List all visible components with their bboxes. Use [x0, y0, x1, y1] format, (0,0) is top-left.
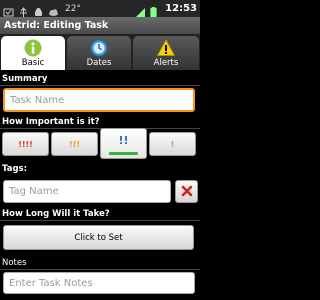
- button-label: Click to Set: [74, 232, 123, 243]
- notes-label: Notes: [2, 258, 27, 268]
- importance-text: !!!!: [18, 139, 33, 149]
- tag-name-field[interactable]: [3, 180, 171, 203]
- importance-1-button[interactable]: !: [149, 132, 196, 156]
- click-to-set-button[interactable]: Click to Set: [3, 225, 194, 250]
- importance-label: How Important is it?: [2, 117, 100, 127]
- selected-indicator: [109, 152, 138, 155]
- task-name-input[interactable]: [10, 94, 193, 106]
- tags-label: Tags:: [2, 164, 27, 174]
- duration-label: How Long Will it Take?: [2, 209, 110, 219]
- importance-2-button[interactable]: !!: [100, 128, 147, 159]
- basic-form: Summary How Important is it? !!!! !!! !!…: [0, 0, 200, 300]
- importance-3-button[interactable]: !!!: [51, 132, 98, 156]
- remove-tag-button[interactable]: [175, 180, 198, 203]
- importance-4-button[interactable]: !!!!: [2, 132, 49, 156]
- importance-text: !!!: [69, 139, 80, 149]
- divider: [0, 85, 200, 86]
- task-notes-field[interactable]: [3, 272, 195, 294]
- divider: [0, 220, 200, 221]
- task-name-field[interactable]: [3, 88, 195, 112]
- importance-text: !!: [118, 134, 129, 147]
- task-notes-input[interactable]: [9, 277, 194, 289]
- importance-text: !: [170, 139, 175, 149]
- tag-name-input[interactable]: [9, 186, 170, 197]
- divider: [0, 269, 200, 270]
- close-icon: [181, 182, 193, 201]
- summary-label: Summary: [2, 74, 48, 84]
